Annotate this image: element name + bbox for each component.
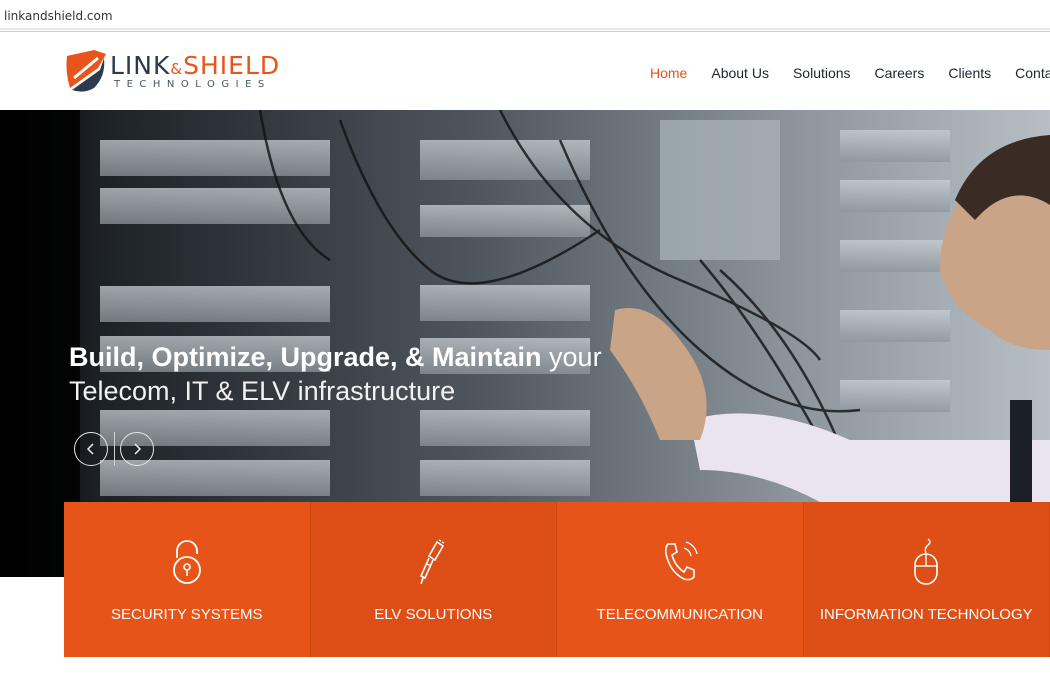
nav-item-about-us[interactable]: About Us [711, 65, 769, 81]
service-label: SECURITY SYSTEMS [111, 606, 263, 623]
service-label: TELECOMMUNICATION [596, 606, 763, 623]
logo-tagline: TECHNOLOGIES [114, 79, 271, 90]
nav-item-solutions[interactable]: Solutions [793, 65, 851, 81]
service-tile-security[interactable]: SECURITY SYSTEMS [64, 502, 311, 657]
cable-plug-icon [420, 539, 445, 585]
service-label: INFORMATION TECHNOLOGY [819, 606, 1033, 623]
site-header: LINK&SHIELD TECHNOLOGIES Home About Us S… [0, 32, 1050, 110]
slider-next-button[interactable] [120, 432, 154, 466]
hero-headline-light: your [541, 342, 602, 372]
browser-address-bar[interactable]: linkandshield.com [0, 0, 1050, 32]
mouse-icon [914, 538, 939, 585]
nav-item-careers[interactable]: Careers [875, 65, 925, 81]
main-nav: Home About Us Solutions Careers Clients … [640, 65, 1050, 81]
url-text[interactable]: linkandshield.com [4, 9, 113, 23]
nav-item-clients[interactable]: Clients [948, 65, 991, 81]
hero-subheadline: Telecom, IT & ELV infrastructure [69, 376, 456, 406]
hero-headline: Build, Optimize, Upgrade, & Maintain you… [69, 342, 602, 373]
shield-logo-icon [66, 50, 106, 92]
logo-word-link: LINK [110, 51, 171, 80]
service-tile-it[interactable]: INFORMATION TECHNOLOGY [803, 502, 1050, 657]
service-tile-elv[interactable]: ELV SOLUTIONS [310, 502, 557, 657]
service-tile-telecom[interactable]: TELECOMMUNICATION [557, 502, 804, 657]
nav-item-home[interactable]: Home [650, 65, 687, 81]
address-bar-divider [0, 28, 1050, 30]
service-label: ELV SOLUTIONS [374, 606, 493, 623]
logo-word-shield: SHIELD [183, 51, 281, 80]
slider-arrow-divider [114, 432, 115, 466]
site-logo[interactable]: LINK&SHIELD TECHNOLOGIES [64, 48, 294, 96]
nav-item-contact[interactable]: Contact [1015, 65, 1050, 81]
chevron-right-icon [134, 443, 142, 455]
logo-wordmark: LINK&SHIELD [110, 51, 280, 80]
phone-icon [664, 541, 698, 581]
slider-prev-button[interactable] [74, 432, 108, 466]
logo-word-amp: & [170, 60, 184, 78]
padlock-icon [172, 540, 201, 584]
service-tiles: SECURITY SYSTEMS ELV SOLUTIONS TELECOMMU… [64, 502, 1050, 657]
chevron-left-icon [86, 443, 94, 455]
hero-headline-bold: Build, Optimize, Upgrade, & Maintain [69, 342, 542, 372]
